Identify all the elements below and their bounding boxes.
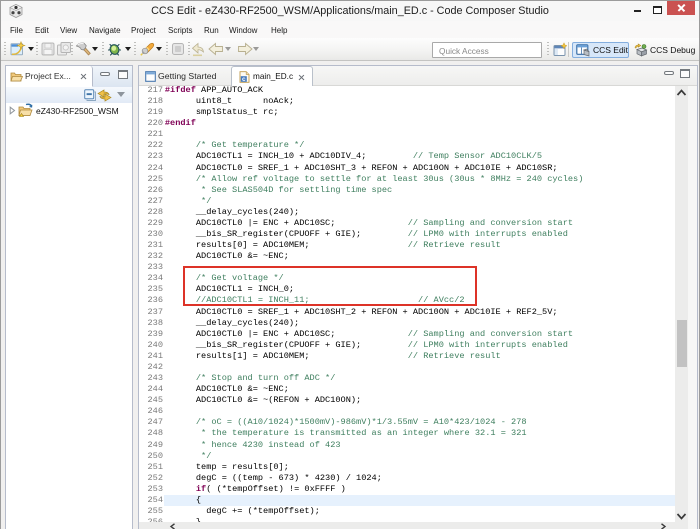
svg-text:c: c	[242, 76, 246, 83]
